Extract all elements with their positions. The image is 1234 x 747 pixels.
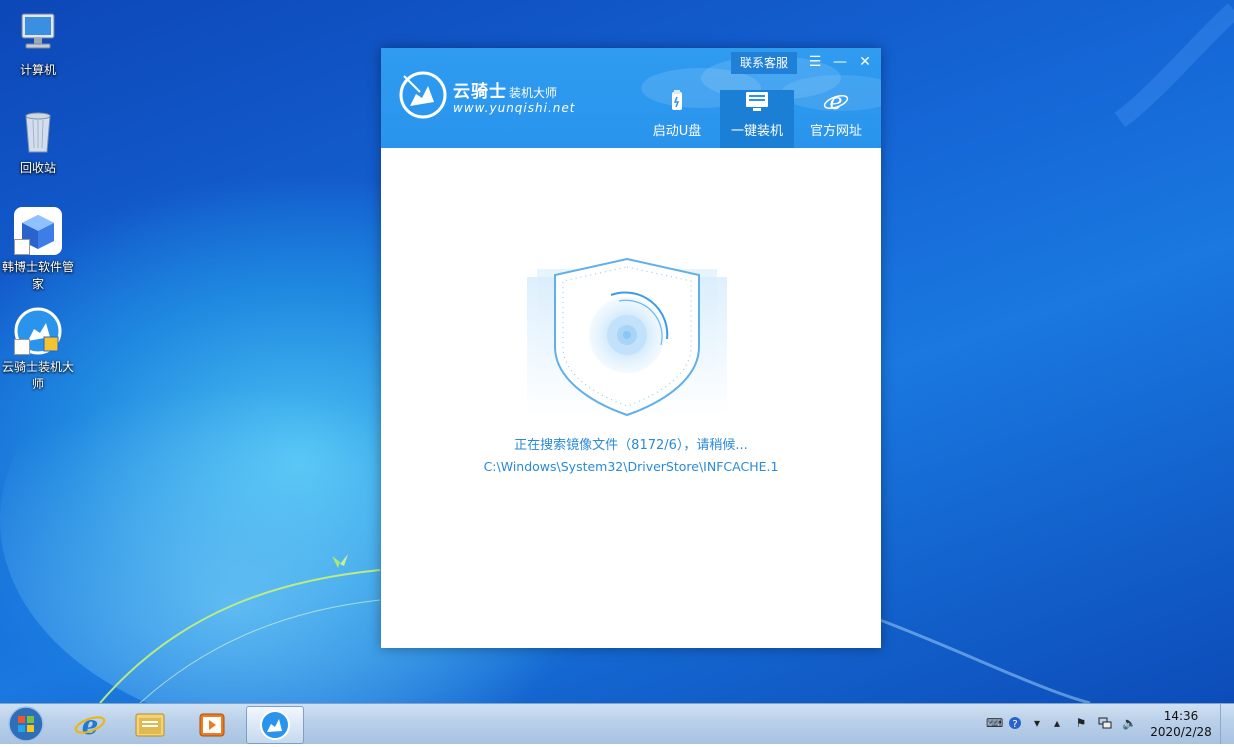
- ie-browser-icon: e: [823, 90, 849, 115]
- ie-icon: e: [74, 711, 106, 741]
- close-icon[interactable]: ✕: [857, 54, 873, 70]
- tab-usb-boot[interactable]: 启动U盘: [640, 90, 714, 148]
- logo-title: 云骑士 装机大师: [453, 77, 557, 102]
- search-status-text: 正在搜索镜像文件（8172/6），请稍候...: [514, 438, 748, 453]
- media-player-icon: [199, 713, 225, 737]
- desktop-icon-label: 韩博士软件管家: [1, 260, 74, 291]
- minimize-icon[interactable]: —: [832, 54, 848, 70]
- menu-icon[interactable]: ☰: [807, 54, 823, 70]
- desktop-icon-yunqishi[interactable]: 云骑士装机大师: [0, 307, 76, 393]
- tab-label: 一键装机: [730, 124, 783, 139]
- shortcut-arrow-icon: [14, 239, 30, 255]
- volume-icon[interactable]: 🔈: [1122, 716, 1137, 730]
- window-header: 云骑士 装机大师 www.yunqishi.net 联系客服 ☰ — ✕ 启动U盘…: [381, 48, 881, 148]
- action-center-flag-icon[interactable]: ⚑: [1074, 716, 1088, 730]
- tab-official-site[interactable]: e 官方网址: [799, 90, 873, 148]
- start-button[interactable]: [6, 705, 46, 743]
- installer-window: 云骑士 装机大师 www.yunqishi.net 联系客服 ☰ — ✕ 启动U盘…: [381, 48, 881, 648]
- recycle-bin-icon: [14, 108, 62, 156]
- logo-url: www.yunqishi.net: [453, 101, 576, 115]
- current-file-path: C:\Windows\System32\DriverStore\INFCACHE…: [483, 459, 779, 474]
- desktop-icon-recycle-bin[interactable]: 回收站: [0, 108, 76, 177]
- scanning-shield-icon: [527, 257, 727, 417]
- taskbar: e ⌨ ? ▾ ▴ ⚑ 🔈 14:36 2020/2/28: [0, 703, 1234, 744]
- keyboard-icon[interactable]: ⌨: [986, 716, 1003, 730]
- windows-logo-icon: [8, 706, 44, 742]
- tab-label: 启动U盘: [652, 124, 702, 139]
- hanboshi-app-icon: [14, 207, 62, 255]
- desktop-icon-hanboshi[interactable]: 韩博士软件管家: [0, 207, 76, 293]
- clock-time: 14:36: [1163, 709, 1199, 723]
- install-icon: [744, 90, 770, 112]
- yunqishi-app-icon: [260, 710, 290, 740]
- logo-icon: [398, 70, 448, 120]
- usb-drive-icon: [664, 90, 690, 112]
- desktop-icon-label: 回收站: [19, 161, 56, 175]
- contact-service-button[interactable]: 联系客服: [731, 52, 797, 74]
- svg-text:e: e: [82, 711, 99, 741]
- svg-text:?: ?: [1012, 719, 1017, 730]
- logo-name: 云骑士: [453, 82, 507, 102]
- taskbar-yunqishi[interactable]: [246, 706, 304, 744]
- taskbar-internet-explorer[interactable]: e: [62, 706, 118, 742]
- desktop-icon-label: 云骑士装机大师: [1, 360, 74, 391]
- computer-icon: [14, 10, 62, 58]
- taskbar-clock[interactable]: 14:36 2020/2/28: [1148, 708, 1214, 740]
- show-desktop-button[interactable]: [1220, 704, 1234, 744]
- show-hidden-icons-icon[interactable]: ▴: [1050, 716, 1064, 730]
- shortcut-arrow-icon: [14, 339, 30, 355]
- desktop-icon-label: 计算机: [19, 63, 56, 77]
- taskbar-media-player[interactable]: [184, 706, 240, 742]
- tab-label: 官方网址: [809, 124, 862, 139]
- network-icon[interactable]: [1098, 716, 1112, 730]
- input-options-icon[interactable]: ▾: [1030, 716, 1044, 730]
- desktop-icon-computer[interactable]: 计算机: [0, 10, 76, 79]
- taskbar-file-explorer[interactable]: [122, 706, 178, 742]
- logo-suffix: 装机大师: [509, 86, 558, 100]
- tab-one-click-install[interactable]: 一键装机: [720, 90, 794, 148]
- help-icon[interactable]: ?: [1008, 716, 1022, 730]
- clock-date: 2020/2/28: [1150, 725, 1212, 739]
- folder-icon: [135, 713, 165, 737]
- yunqishi-app-icon: [14, 307, 62, 355]
